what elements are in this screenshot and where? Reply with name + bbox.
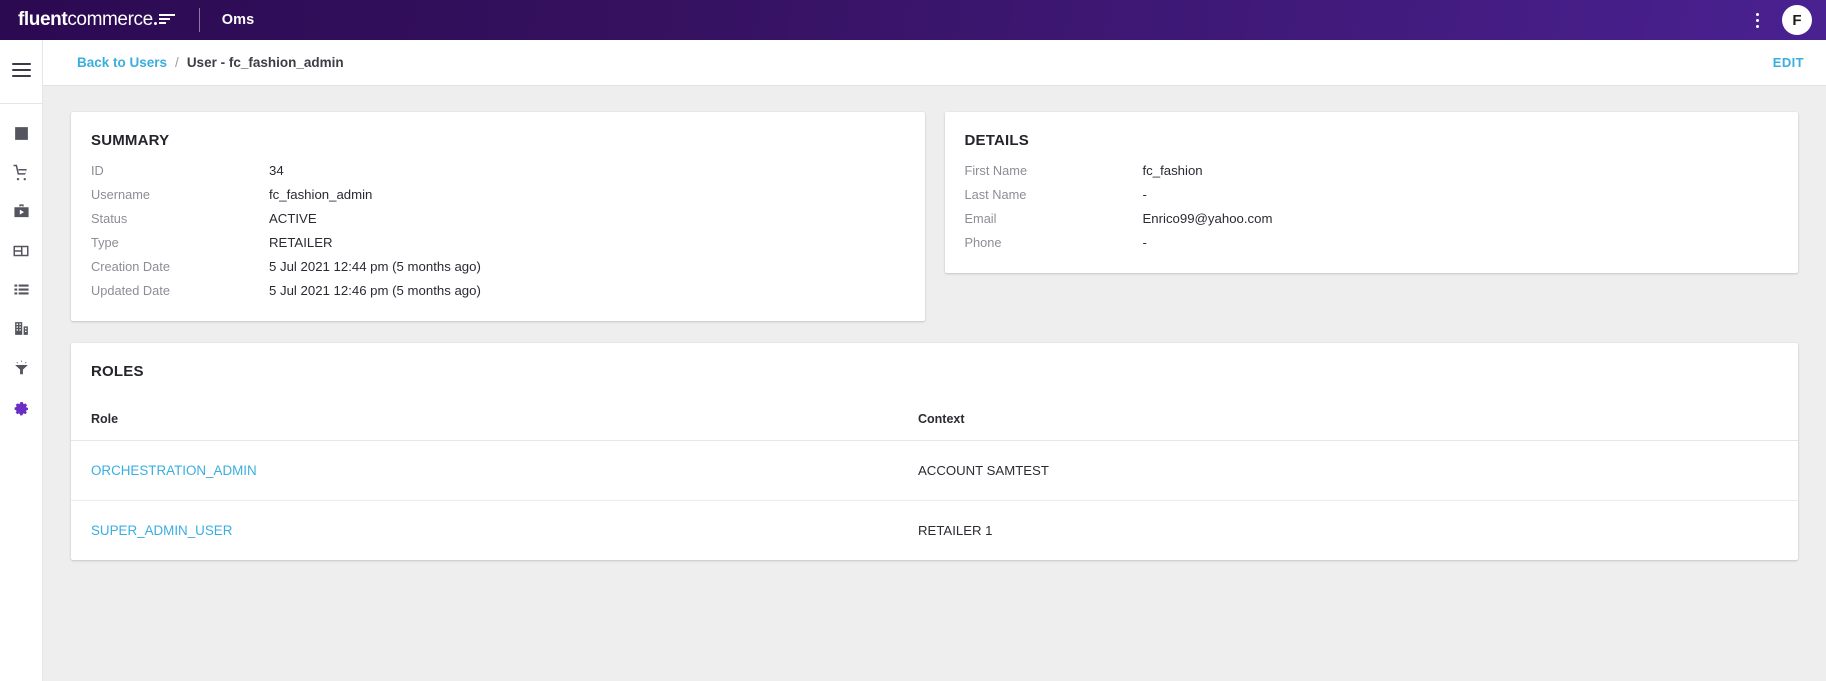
roles-table: Role Context ORCHESTRATION_ADMIN ACCOUNT… <box>71 402 1798 560</box>
column-header-context: Context <box>918 402 1798 441</box>
gear-icon <box>12 398 30 416</box>
role-cell: ORCHESTRATION_ADMIN <box>71 441 918 501</box>
sidebar-item-dashboard[interactable] <box>0 114 43 153</box>
sidebar-item-rules[interactable] <box>0 348 43 387</box>
roles-card: ROLES Role Context ORCHESTRATION_ADMIN A… <box>71 343 1798 560</box>
brand-regular-text: commerce <box>67 9 152 31</box>
roles-table-body: ORCHESTRATION_ADMIN ACCOUNT SAMTEST SUPE… <box>71 441 1798 561</box>
sidebar-item-locations[interactable] <box>0 309 43 348</box>
brand-text: fluentcommerce <box>18 9 175 31</box>
field-label: Updated Date <box>91 283 269 299</box>
funnel-icon <box>13 359 30 376</box>
field-value: fc_fashion_admin <box>269 187 372 203</box>
app-root: fluentcommerce Oms F <box>0 0 1826 681</box>
details-title: DETAILS <box>945 112 1799 163</box>
topbar-divider <box>199 8 200 32</box>
roles-title: ROLES <box>71 343 1798 380</box>
app-name-label: Oms <box>222 12 255 28</box>
summary-field-type: Type RETAILER <box>71 235 925 251</box>
field-value: 5 Jul 2021 12:44 pm (5 months ago) <box>269 259 481 275</box>
context-cell: ACCOUNT SAMTEST <box>918 441 1798 501</box>
briefcase-play-icon <box>13 203 30 220</box>
sidebar-item-inventory[interactable] <box>0 270 43 309</box>
summary-field-username: Username fc_fashion_admin <box>71 187 925 203</box>
top-bar: fluentcommerce Oms F <box>0 0 1826 40</box>
details-field-first-name: First Name fc_fashion <box>945 163 1799 179</box>
field-label: Creation Date <box>91 259 269 275</box>
roles-table-head: Role Context <box>71 402 1798 441</box>
table-header-row: Role Context <box>71 402 1798 441</box>
breadcrumb-bar: Back to Users / User - fc_fashion_admin … <box>43 40 1826 86</box>
summary-title: SUMMARY <box>71 112 925 163</box>
table-row: ORCHESTRATION_ADMIN ACCOUNT SAMTEST <box>71 441 1798 501</box>
details-field-phone: Phone - <box>945 235 1799 251</box>
cards-row: SUMMARY ID 34 Username fc_fashion_admin … <box>71 112 1798 321</box>
field-value: - <box>1143 187 1147 203</box>
field-label: Last Name <box>965 187 1143 203</box>
sidebar-item-settings[interactable] <box>0 387 43 426</box>
brand-bars-icon <box>159 14 175 26</box>
summary-card: SUMMARY ID 34 Username fc_fashion_admin … <box>71 112 925 321</box>
field-label: ID <box>91 163 269 179</box>
avatar[interactable]: F <box>1782 5 1812 35</box>
summary-field-id: ID 34 <box>71 163 925 179</box>
context-cell: RETAILER 1 <box>918 501 1798 561</box>
details-field-last-name: Last Name - <box>945 187 1799 203</box>
hamburger-icon[interactable] <box>0 47 43 93</box>
field-label: Username <box>91 187 269 203</box>
brand-logo[interactable]: fluentcommerce <box>0 9 175 31</box>
role-cell: SUPER_ADMIN_USER <box>71 501 918 561</box>
table-row: SUPER_ADMIN_USER RETAILER 1 <box>71 501 1798 561</box>
summary-fields: ID 34 Username fc_fashion_admin Status A… <box>71 163 925 321</box>
sidebar-item-fulfilment[interactable] <box>0 192 43 231</box>
shopping-cart-icon <box>12 164 30 182</box>
summary-field-creation-date: Creation Date 5 Jul 2021 12:44 pm (5 mon… <box>71 259 925 275</box>
field-label: First Name <box>965 163 1143 179</box>
kebab-menu-icon[interactable] <box>1746 8 1768 32</box>
sidebar <box>0 40 43 681</box>
sidebar-items <box>0 104 43 426</box>
field-label: Email <box>965 211 1143 227</box>
field-label: Type <box>91 235 269 251</box>
field-value: 5 Jul 2021 12:46 pm (5 months ago) <box>269 283 481 299</box>
topbar-actions: F <box>1746 5 1826 35</box>
main-content: SUMMARY ID 34 Username fc_fashion_admin … <box>43 86 1826 681</box>
details-card: DETAILS First Name fc_fashion Last Name … <box>945 112 1799 273</box>
brand-bold-text: fluent <box>18 9 67 31</box>
page-title: User - fc_fashion_admin <box>187 55 344 70</box>
building-icon <box>13 320 30 337</box>
details-field-email: Email Enrico99@yahoo.com <box>945 211 1799 227</box>
field-value: fc_fashion <box>1143 163 1203 179</box>
summary-field-status: Status ACTIVE <box>71 211 925 227</box>
list-icon <box>13 281 30 298</box>
role-link[interactable]: ORCHESTRATION_ADMIN <box>91 463 257 478</box>
summary-field-updated-date: Updated Date 5 Jul 2021 12:46 pm (5 mont… <box>71 283 925 299</box>
brand-dot-icon <box>154 22 157 25</box>
field-value: Enrico99@yahoo.com <box>1143 211 1273 227</box>
breadcrumb-separator: / <box>175 55 179 70</box>
field-value: RETAILER <box>269 235 333 251</box>
field-value: ACTIVE <box>269 211 317 227</box>
card-layout-icon <box>12 242 30 260</box>
role-link[interactable]: SUPER_ADMIN_USER <box>91 523 232 538</box>
sidebar-item-orders[interactable] <box>0 153 43 192</box>
field-value: - <box>1143 235 1147 251</box>
details-fields: First Name fc_fashion Last Name - Email … <box>945 163 1799 273</box>
column-header-role: Role <box>71 402 918 441</box>
field-label: Status <box>91 211 269 227</box>
field-value: 34 <box>269 163 284 179</box>
edit-button[interactable]: EDIT <box>1773 55 1804 70</box>
field-label: Phone <box>965 235 1143 251</box>
chart-bar-icon <box>13 125 30 142</box>
sidebar-item-layout[interactable] <box>0 231 43 270</box>
breadcrumb-back-link[interactable]: Back to Users <box>77 55 167 70</box>
